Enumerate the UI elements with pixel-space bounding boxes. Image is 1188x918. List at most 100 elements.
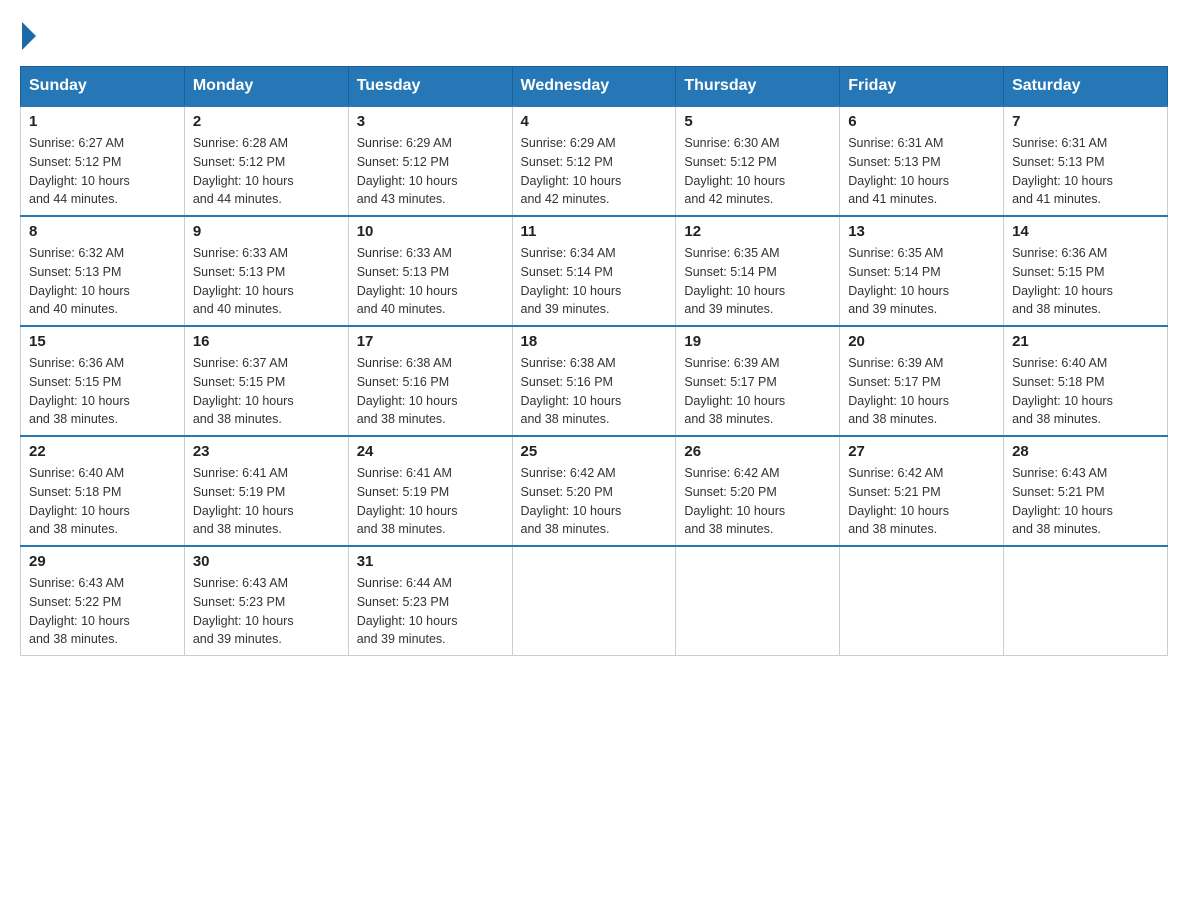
calendar-cell — [676, 546, 840, 656]
day-number: 1 — [29, 113, 176, 130]
calendar-cell: 3Sunrise: 6:29 AMSunset: 5:12 PMDaylight… — [348, 106, 512, 216]
day-number: 6 — [848, 113, 995, 130]
calendar-cell: 2 Sunrise: 6:28 AMSunset: 5:12 PMDaylight… — [184, 106, 348, 216]
calendar-cell: 18 Sunrise: 6:38 AMSunset: 5:16 PMDayligh… — [512, 326, 676, 436]
day-info: Sunrise: 6:29 AMSunset: 5:12 PMDaylight:… — [521, 134, 668, 209]
day-info: Sunrise: 6:34 AMSunset: 5:14 PMDaylight:… — [521, 244, 668, 319]
calendar-cell: 21 Sunrise: 6:40 AMSunset: 5:18 PMDayligh… — [1004, 326, 1168, 436]
calendar-cell: 24Sunrise: 6:41 AMSunset: 5:19 PMDayligh… — [348, 436, 512, 546]
day-number: 4 — [521, 113, 668, 130]
day-number: 23 — [193, 443, 340, 460]
day-info: Sunrise: 6:33 AMSunset: 5:13 PMDaylight:… — [357, 244, 504, 319]
header-saturday: Saturday — [1004, 67, 1168, 107]
day-number: 20 — [848, 333, 995, 350]
calendar-cell: 30 Sunrise: 6:43 AMSunset: 5:23 PMDayligh… — [184, 546, 348, 656]
day-info: Sunrise: 6:43 AMSunset: 5:23 PMDaylight:… — [193, 574, 340, 649]
calendar-cell: 17Sunrise: 6:38 AMSunset: 5:16 PMDayligh… — [348, 326, 512, 436]
calendar-cell: 14Sunrise: 6:36 AMSunset: 5:15 PMDayligh… — [1004, 216, 1168, 326]
day-number: 26 — [684, 443, 831, 460]
calendar-cell: 6 Sunrise: 6:31 AMSunset: 5:13 PMDaylight… — [840, 106, 1004, 216]
week-row-3: 15 Sunrise: 6:36 AMSunset: 5:15 PMDayligh… — [21, 326, 1168, 436]
calendar-cell: 29 Sunrise: 6:43 AMSunset: 5:22 PMDayligh… — [21, 546, 185, 656]
day-number: 31 — [357, 553, 504, 570]
calendar-cell: 9 Sunrise: 6:33 AMSunset: 5:13 PMDaylight… — [184, 216, 348, 326]
day-number: 5 — [684, 113, 831, 130]
day-info: Sunrise: 6:37 AMSunset: 5:15 PMDaylight:… — [193, 354, 340, 429]
day-number: 2 — [193, 113, 340, 130]
day-number: 10 — [357, 223, 504, 240]
header-sunday: Sunday — [21, 67, 185, 107]
day-info: Sunrise: 6:33 AMSunset: 5:13 PMDaylight:… — [193, 244, 340, 319]
day-number: 12 — [684, 223, 831, 240]
calendar-cell: 8 Sunrise: 6:32 AMSunset: 5:13 PMDaylight… — [21, 216, 185, 326]
calendar-cell: 7Sunrise: 6:31 AMSunset: 5:13 PMDaylight… — [1004, 106, 1168, 216]
calendar-cell: 13 Sunrise: 6:35 AMSunset: 5:14 PMDayligh… — [840, 216, 1004, 326]
day-number: 25 — [521, 443, 668, 460]
calendar-cell: 11 Sunrise: 6:34 AMSunset: 5:14 PMDayligh… — [512, 216, 676, 326]
day-number: 9 — [193, 223, 340, 240]
calendar-cell: 26 Sunrise: 6:42 AMSunset: 5:20 PMDayligh… — [676, 436, 840, 546]
day-number: 27 — [848, 443, 995, 460]
day-info: Sunrise: 6:35 AMSunset: 5:14 PMDaylight:… — [848, 244, 995, 319]
day-number: 7 — [1012, 113, 1159, 130]
day-info: Sunrise: 6:42 AMSunset: 5:20 PMDaylight:… — [684, 464, 831, 539]
day-number: 30 — [193, 553, 340, 570]
day-info: Sunrise: 6:39 AMSunset: 5:17 PMDaylight:… — [684, 354, 831, 429]
day-number: 21 — [1012, 333, 1159, 350]
calendar-cell: 1Sunrise: 6:27 AMSunset: 5:12 PMDaylight… — [21, 106, 185, 216]
day-info: Sunrise: 6:42 AMSunset: 5:21 PMDaylight:… — [848, 464, 995, 539]
day-info: Sunrise: 6:35 AMSunset: 5:14 PMDaylight:… — [684, 244, 831, 319]
day-info: Sunrise: 6:32 AMSunset: 5:13 PMDaylight:… — [29, 244, 176, 319]
day-info: Sunrise: 6:31 AMSunset: 5:13 PMDaylight:… — [848, 134, 995, 209]
calendar-cell — [512, 546, 676, 656]
day-number: 18 — [521, 333, 668, 350]
calendar-table: SundayMondayTuesdayWednesdayThursdayFrid… — [20, 66, 1168, 656]
calendar-cell: 31Sunrise: 6:44 AMSunset: 5:23 PMDayligh… — [348, 546, 512, 656]
calendar-cell: 15 Sunrise: 6:36 AMSunset: 5:15 PMDayligh… — [21, 326, 185, 436]
calendar-cell: 22 Sunrise: 6:40 AMSunset: 5:18 PMDayligh… — [21, 436, 185, 546]
calendar-cell: 20 Sunrise: 6:39 AMSunset: 5:17 PMDayligh… — [840, 326, 1004, 436]
calendar-cell — [1004, 546, 1168, 656]
day-number: 8 — [29, 223, 176, 240]
day-number: 29 — [29, 553, 176, 570]
calendar-cell: 5 Sunrise: 6:30 AMSunset: 5:12 PMDaylight… — [676, 106, 840, 216]
week-row-5: 29 Sunrise: 6:43 AMSunset: 5:22 PMDayligh… — [21, 546, 1168, 656]
calendar-cell: 4 Sunrise: 6:29 AMSunset: 5:12 PMDaylight… — [512, 106, 676, 216]
page-header — [20, 20, 1168, 50]
header-thursday: Thursday — [676, 67, 840, 107]
day-info: Sunrise: 6:43 AMSunset: 5:21 PMDaylight:… — [1012, 464, 1159, 539]
day-info: Sunrise: 6:43 AMSunset: 5:22 PMDaylight:… — [29, 574, 176, 649]
day-info: Sunrise: 6:29 AMSunset: 5:12 PMDaylight:… — [357, 134, 504, 209]
day-info: Sunrise: 6:30 AMSunset: 5:12 PMDaylight:… — [684, 134, 831, 209]
day-number: 15 — [29, 333, 176, 350]
day-number: 13 — [848, 223, 995, 240]
day-number: 19 — [684, 333, 831, 350]
day-info: Sunrise: 6:39 AMSunset: 5:17 PMDaylight:… — [848, 354, 995, 429]
calendar-cell — [840, 546, 1004, 656]
day-number: 11 — [521, 223, 668, 240]
day-number: 14 — [1012, 223, 1159, 240]
day-info: Sunrise: 6:36 AMSunset: 5:15 PMDaylight:… — [29, 354, 176, 429]
calendar-cell: 16 Sunrise: 6:37 AMSunset: 5:15 PMDayligh… — [184, 326, 348, 436]
day-info: Sunrise: 6:41 AMSunset: 5:19 PMDaylight:… — [193, 464, 340, 539]
day-number: 22 — [29, 443, 176, 460]
calendar-cell: 12 Sunrise: 6:35 AMSunset: 5:14 PMDayligh… — [676, 216, 840, 326]
calendar-cell: 25 Sunrise: 6:42 AMSunset: 5:20 PMDayligh… — [512, 436, 676, 546]
day-number: 24 — [357, 443, 504, 460]
day-info: Sunrise: 6:38 AMSunset: 5:16 PMDaylight:… — [521, 354, 668, 429]
header-friday: Friday — [840, 67, 1004, 107]
calendar-cell: 10 Sunrise: 6:33 AMSunset: 5:13 PMDayligh… — [348, 216, 512, 326]
day-info: Sunrise: 6:28 AMSunset: 5:12 PMDaylight:… — [193, 134, 340, 209]
day-info: Sunrise: 6:38 AMSunset: 5:16 PMDaylight:… — [357, 354, 504, 429]
day-info: Sunrise: 6:40 AMSunset: 5:18 PMDaylight:… — [29, 464, 176, 539]
day-info: Sunrise: 6:42 AMSunset: 5:20 PMDaylight:… — [521, 464, 668, 539]
header-monday: Monday — [184, 67, 348, 107]
calendar-cell: 19 Sunrise: 6:39 AMSunset: 5:17 PMDayligh… — [676, 326, 840, 436]
week-row-4: 22 Sunrise: 6:40 AMSunset: 5:18 PMDayligh… — [21, 436, 1168, 546]
header-tuesday: Tuesday — [348, 67, 512, 107]
week-row-2: 8 Sunrise: 6:32 AMSunset: 5:13 PMDaylight… — [21, 216, 1168, 326]
day-info: Sunrise: 6:40 AMSunset: 5:18 PMDaylight:… — [1012, 354, 1159, 429]
header-wednesday: Wednesday — [512, 67, 676, 107]
day-number: 16 — [193, 333, 340, 350]
calendar-header-row: SundayMondayTuesdayWednesdayThursdayFrid… — [21, 67, 1168, 107]
